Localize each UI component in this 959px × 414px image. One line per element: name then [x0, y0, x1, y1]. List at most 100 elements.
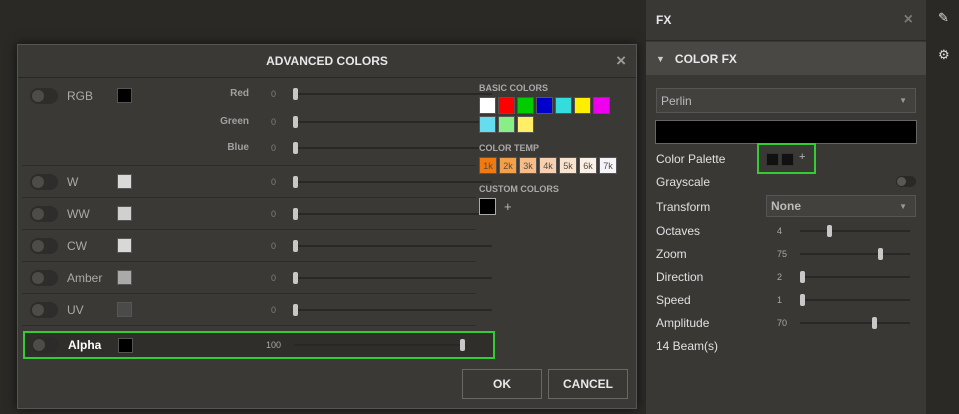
- basic-color-swatch[interactable]: [498, 97, 515, 114]
- effect-select[interactable]: Perlin ▼: [656, 88, 916, 113]
- fx-param-slider-handle[interactable]: [826, 225, 832, 237]
- blue-slider-handle[interactable]: [293, 142, 298, 154]
- ok-button[interactable]: OK: [462, 369, 542, 399]
- red-slider-handle[interactable]: [293, 88, 298, 100]
- basic-color-swatch[interactable]: [555, 97, 572, 114]
- fx-param-label: Amplitude: [656, 316, 710, 330]
- palette-swatch-2[interactable]: [781, 153, 794, 166]
- fx-param-label: Octaves: [656, 224, 701, 238]
- rgb-toggle[interactable]: [30, 88, 58, 104]
- color-temp-swatch[interactable]: 2k: [499, 157, 517, 174]
- channel-slider-handle[interactable]: [293, 240, 298, 252]
- basic-colors-grid: [479, 97, 624, 133]
- add-custom-color-icon[interactable]: +: [504, 199, 512, 214]
- advanced-colors-dialog: ADVANCED COLORS × RGB Red 0 Green 0 Blue…: [17, 44, 637, 409]
- channel-slider[interactable]: [293, 304, 492, 316]
- alpha-row: Alpha 100: [23, 331, 495, 359]
- channel-row: Amber 0: [22, 262, 492, 294]
- custom-colors-row: +: [479, 198, 634, 215]
- gear-icon[interactable]: ⚙: [938, 47, 950, 63]
- color-fx-section-header[interactable]: ▼ COLOR FX: [646, 42, 926, 75]
- fx-param-slider[interactable]: [800, 271, 910, 283]
- transform-select-value: None: [771, 199, 801, 213]
- channel-toggle[interactable]: [30, 206, 58, 222]
- channel-toggle[interactable]: [30, 270, 58, 286]
- channel-swatch[interactable]: [117, 270, 132, 285]
- color-temp-swatch[interactable]: 1k: [479, 157, 497, 174]
- close-icon[interactable]: ×: [904, 11, 913, 29]
- alpha-value: 100: [266, 340, 282, 350]
- cancel-button[interactable]: CANCEL: [548, 369, 628, 399]
- basic-color-swatch[interactable]: [479, 116, 496, 133]
- side-toolbar: ✎ ⚙: [926, 0, 959, 414]
- channel-slider-handle[interactable]: [293, 176, 298, 188]
- color-fx-title: COLOR FX: [674, 51, 737, 66]
- basic-color-swatch[interactable]: [536, 97, 553, 114]
- fx-param-slider-handle[interactable]: [800, 294, 805, 306]
- fx-param-slider-handle[interactable]: [872, 317, 878, 329]
- channel-swatch[interactable]: [117, 302, 132, 317]
- channel-slider-handle[interactable]: [293, 304, 298, 316]
- close-icon[interactable]: ×: [616, 52, 626, 70]
- channel-value: 0: [271, 241, 277, 251]
- green-slider[interactable]: [293, 116, 492, 128]
- blue-value: 0: [271, 143, 277, 153]
- fx-param-slider[interactable]: [800, 317, 910, 329]
- custom-color-swatch[interactable]: [479, 198, 496, 215]
- fx-param-slider[interactable]: [800, 225, 910, 237]
- color-temp-grid: 1k 2k 3k 4k 5k 6k 7k: [479, 157, 634, 174]
- basic-color-swatch[interactable]: [517, 97, 534, 114]
- basic-color-swatch[interactable]: [593, 97, 610, 114]
- fx-param-slider-handle[interactable]: [800, 271, 805, 283]
- channel-slider[interactable]: [293, 176, 492, 188]
- fx-param-slider[interactable]: [800, 248, 910, 260]
- fx-param-slider[interactable]: [800, 294, 910, 306]
- channel-panel: RGB Red 0 Green 0 Blue 0 W 0 WW 0 CW 0 Amber 0 U…: [22, 83, 492, 373]
- channel-toggle[interactable]: [30, 238, 58, 254]
- rgb-swatch[interactable]: [117, 88, 132, 103]
- transform-select[interactable]: None ▼: [766, 195, 916, 217]
- alpha-swatch[interactable]: [118, 338, 133, 353]
- channel-swatch[interactable]: [117, 238, 132, 253]
- rgb-label: RGB: [67, 89, 94, 103]
- fx-param-value: 75: [777, 249, 788, 259]
- channel-row: W0: [22, 166, 492, 198]
- channel-slider-handle[interactable]: [293, 208, 298, 220]
- palette-swatch-1[interactable]: [766, 153, 779, 166]
- add-palette-color-icon[interactable]: +: [799, 151, 805, 163]
- channel-slider[interactable]: [293, 272, 492, 284]
- green-slider-handle[interactable]: [293, 116, 298, 128]
- channel-swatch[interactable]: [117, 174, 132, 189]
- alpha-toggle[interactable]: [31, 337, 59, 353]
- alpha-slider[interactable]: [294, 339, 465, 351]
- fx-param-value: 70: [777, 318, 788, 328]
- color-temp-swatch[interactable]: 4k: [539, 157, 557, 174]
- channel-toggle[interactable]: [30, 174, 58, 190]
- channel-list: W 0 WW 0 CW 0 Amber 0 UV 0: [22, 166, 492, 326]
- grayscale-toggle-knob: [897, 177, 906, 186]
- basic-color-swatch[interactable]: [517, 116, 534, 133]
- basic-color-swatch[interactable]: [498, 116, 515, 133]
- channel-slider[interactable]: [293, 240, 492, 252]
- grayscale-toggle[interactable]: [896, 176, 916, 187]
- channel-slider[interactable]: [293, 208, 492, 220]
- fx-param-value: 2: [777, 272, 783, 282]
- alpha-slider-handle[interactable]: [460, 339, 465, 351]
- color-temp-swatch[interactable]: 3k: [519, 157, 537, 174]
- color-temp-swatch[interactable]: 7k: [599, 157, 617, 174]
- basic-color-swatch[interactable]: [574, 97, 591, 114]
- channel-swatch[interactable]: [117, 206, 132, 221]
- red-slider[interactable]: [293, 88, 492, 100]
- pencil-icon[interactable]: ✎: [938, 10, 949, 26]
- fx-param-label: Zoom: [656, 247, 687, 261]
- transform-label: Transform: [656, 200, 711, 214]
- basic-color-swatch[interactable]: [479, 97, 496, 114]
- color-temp-swatch[interactable]: 5k: [559, 157, 577, 174]
- channel-toggle[interactable]: [30, 302, 58, 318]
- blue-slider[interactable]: [293, 142, 492, 154]
- color-temp-swatch[interactable]: 6k: [579, 157, 597, 174]
- grayscale-label: Grayscale: [656, 175, 711, 189]
- red-label: Red: [230, 88, 249, 99]
- channel-slider-handle[interactable]: [293, 272, 298, 284]
- fx-param-slider-handle[interactable]: [878, 248, 884, 260]
